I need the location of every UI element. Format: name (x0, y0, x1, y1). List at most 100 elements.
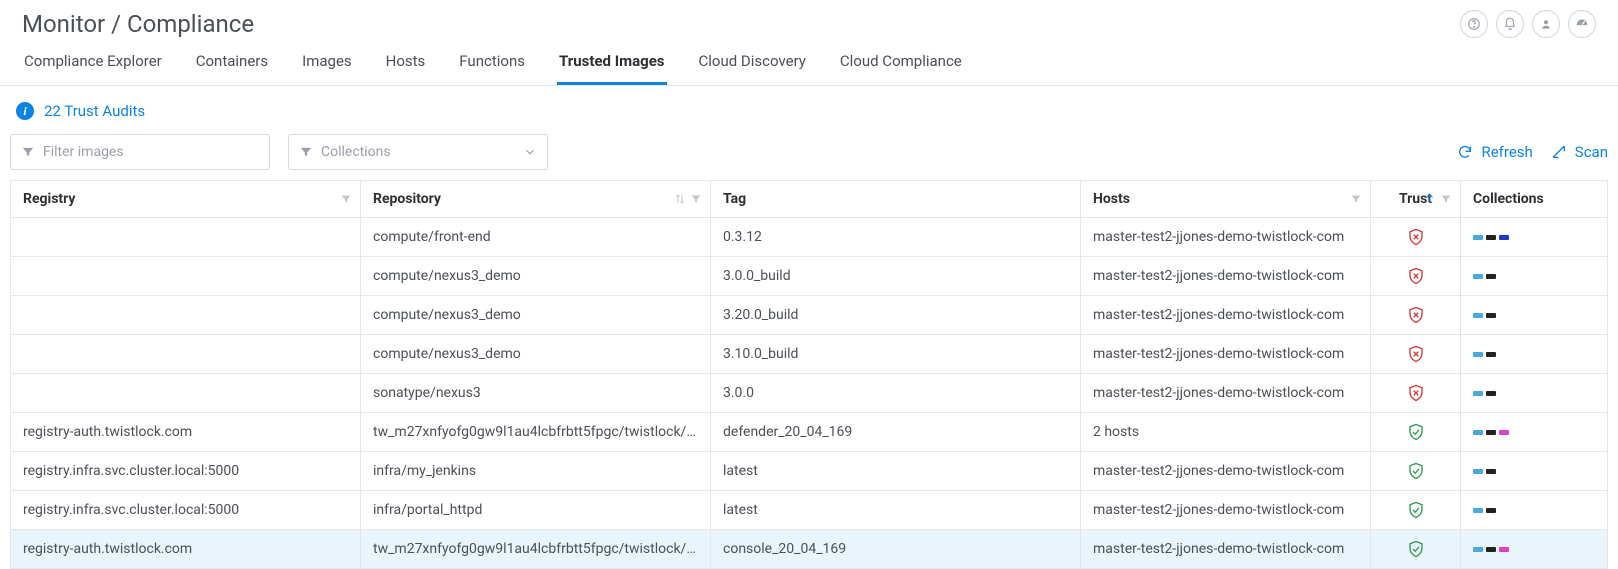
dashboard-icon[interactable] (1568, 10, 1596, 38)
col-repository[interactable]: Repository (361, 181, 711, 217)
cell-trust (1371, 530, 1461, 568)
table-row[interactable]: registry-auth.twistlock.comtw_m27xnfyofg… (11, 530, 1607, 569)
cell-tag: latest (711, 491, 1081, 529)
cell-hosts: master-test2-jjones-demo-twistlock-com (1081, 335, 1371, 373)
cell-registry (11, 335, 361, 373)
help-icon[interactable] (1460, 10, 1488, 38)
cell-registry (11, 374, 361, 412)
table-row[interactable]: registry.infra.svc.cluster.local:5000inf… (11, 491, 1607, 530)
cell-trust (1371, 296, 1461, 334)
table-row[interactable]: compute/nexus3_demo3.0.0_buildmaster-tes… (11, 257, 1607, 296)
tab-cloud-discovery[interactable]: Cloud Discovery (697, 52, 808, 85)
filter-icon[interactable] (1440, 193, 1452, 205)
cell-collections (1461, 296, 1581, 334)
collection-chip (1486, 313, 1496, 318)
scan-icon (1551, 144, 1567, 160)
cell-repository: tw_m27xnfyofg0gw9l1au4lcbfrbtt5fpgc/twis… (361, 530, 711, 568)
table-row[interactable]: registry.infra.svc.cluster.local:5000inf… (11, 452, 1607, 491)
cell-repository: sonatype/nexus3 (361, 374, 711, 412)
filter-collections-select[interactable]: Collections (288, 134, 548, 170)
cell-registry (11, 218, 361, 256)
shield-x-icon (1407, 384, 1425, 402)
cell-tag: 0.3.12 (711, 218, 1081, 256)
collection-chip (1499, 430, 1509, 435)
table-row[interactable]: registry-auth.twistlock.comtw_m27xnfyofg… (11, 413, 1607, 452)
cell-trust (1371, 374, 1461, 412)
filter-icon[interactable] (340, 193, 352, 205)
sort-icon[interactable] (674, 193, 686, 205)
refresh-button[interactable]: Refresh (1457, 143, 1532, 161)
collection-chip (1473, 430, 1483, 435)
scan-button[interactable]: Scan (1551, 143, 1608, 161)
tab-trusted-images[interactable]: Trusted Images (557, 52, 667, 85)
cell-hosts: master-test2-jjones-demo-twistlock-com (1081, 257, 1371, 295)
cell-registry (11, 257, 361, 295)
cell-repository: compute/nexus3_demo (361, 335, 711, 373)
collection-chip (1473, 352, 1483, 357)
tab-images[interactable]: Images (300, 52, 354, 85)
cell-trust (1371, 452, 1461, 490)
collection-chip (1486, 274, 1496, 279)
collection-chip (1486, 469, 1496, 474)
col-hosts-label: Hosts (1093, 191, 1130, 207)
cell-registry: registry.infra.svc.cluster.local:5000 (11, 491, 361, 529)
table-header: Registry Repository Tag Hosts Trust (11, 181, 1607, 218)
collection-chip (1473, 235, 1483, 240)
col-tag[interactable]: Tag (711, 181, 1081, 217)
shield-check-icon (1407, 423, 1425, 441)
tab-cloud-compliance[interactable]: Cloud Compliance (838, 52, 964, 85)
filter-collections-placeholder: Collections (321, 144, 391, 160)
filter-icon[interactable] (690, 193, 702, 205)
tab-functions[interactable]: Functions (457, 52, 527, 85)
tabs: Compliance Explorer Containers Images Hosts… (0, 38, 1618, 86)
col-trust[interactable]: Trust (1371, 181, 1461, 217)
user-icon[interactable] (1532, 10, 1560, 38)
shield-x-icon (1407, 306, 1425, 324)
tab-hosts[interactable]: Hosts (384, 52, 428, 85)
cell-hosts: master-test2-jjones-demo-twistlock-com (1081, 218, 1371, 256)
cell-repository: tw_m27xnfyofg0gw9l1au4lcbfrbtt5fpgc/twis… (361, 413, 711, 451)
cell-trust (1371, 491, 1461, 529)
cell-collections (1461, 218, 1581, 256)
bell-icon[interactable] (1496, 10, 1524, 38)
table-row[interactable]: compute/front-end0.3.12master-test2-jjon… (11, 218, 1607, 257)
shield-check-icon (1407, 462, 1425, 480)
table-row[interactable]: sonatype/nexus33.0.0master-test2-jjones-… (11, 374, 1607, 413)
page-title: Monitor / Compliance (22, 10, 254, 38)
cell-registry: registry-auth.twistlock.com (11, 413, 361, 451)
col-registry[interactable]: Registry (11, 181, 361, 217)
shield-check-icon (1407, 501, 1425, 519)
cell-hosts: master-test2-jjones-demo-twistlock-com (1081, 491, 1371, 529)
cell-repository: compute/front-end (361, 218, 711, 256)
cell-hosts: master-test2-jjones-demo-twistlock-com (1081, 296, 1371, 334)
col-hosts[interactable]: Hosts (1081, 181, 1371, 217)
cell-collections (1461, 335, 1581, 373)
cell-hosts: master-test2-jjones-demo-twistlock-com (1081, 374, 1371, 412)
collection-chip (1473, 547, 1483, 552)
cell-hosts: master-test2-jjones-demo-twistlock-com (1081, 452, 1371, 490)
tab-containers[interactable]: Containers (194, 52, 270, 85)
filter-images-input[interactable]: Filter images (10, 134, 270, 170)
collection-chip (1499, 547, 1509, 552)
cell-repository: infra/my_jenkins (361, 452, 711, 490)
col-collections[interactable]: Collections (1461, 181, 1581, 217)
cell-tag: defender_20_04_169 (711, 413, 1081, 451)
col-tag-label: Tag (723, 191, 746, 207)
refresh-label: Refresh (1481, 143, 1532, 161)
cell-repository: compute/nexus3_demo (361, 296, 711, 334)
filter-icon[interactable] (1350, 193, 1362, 205)
cell-collections (1461, 530, 1581, 568)
cell-collections (1461, 413, 1581, 451)
cell-collections (1461, 257, 1581, 295)
collection-chip (1499, 235, 1509, 240)
collection-chip (1473, 313, 1483, 318)
filter-images-placeholder: Filter images (43, 144, 259, 160)
collection-chip (1486, 235, 1496, 240)
table-row[interactable]: compute/nexus3_demo3.10.0_buildmaster-te… (11, 335, 1607, 374)
collection-chip (1486, 430, 1496, 435)
cell-trust (1371, 413, 1461, 451)
table-row[interactable]: compute/nexus3_demo3.20.0_buildmaster-te… (11, 296, 1607, 335)
sort-asc-icon[interactable] (1424, 193, 1436, 205)
tab-compliance-explorer[interactable]: Compliance Explorer (22, 52, 164, 85)
trust-audits-link[interactable]: 22 Trust Audits (44, 102, 145, 120)
